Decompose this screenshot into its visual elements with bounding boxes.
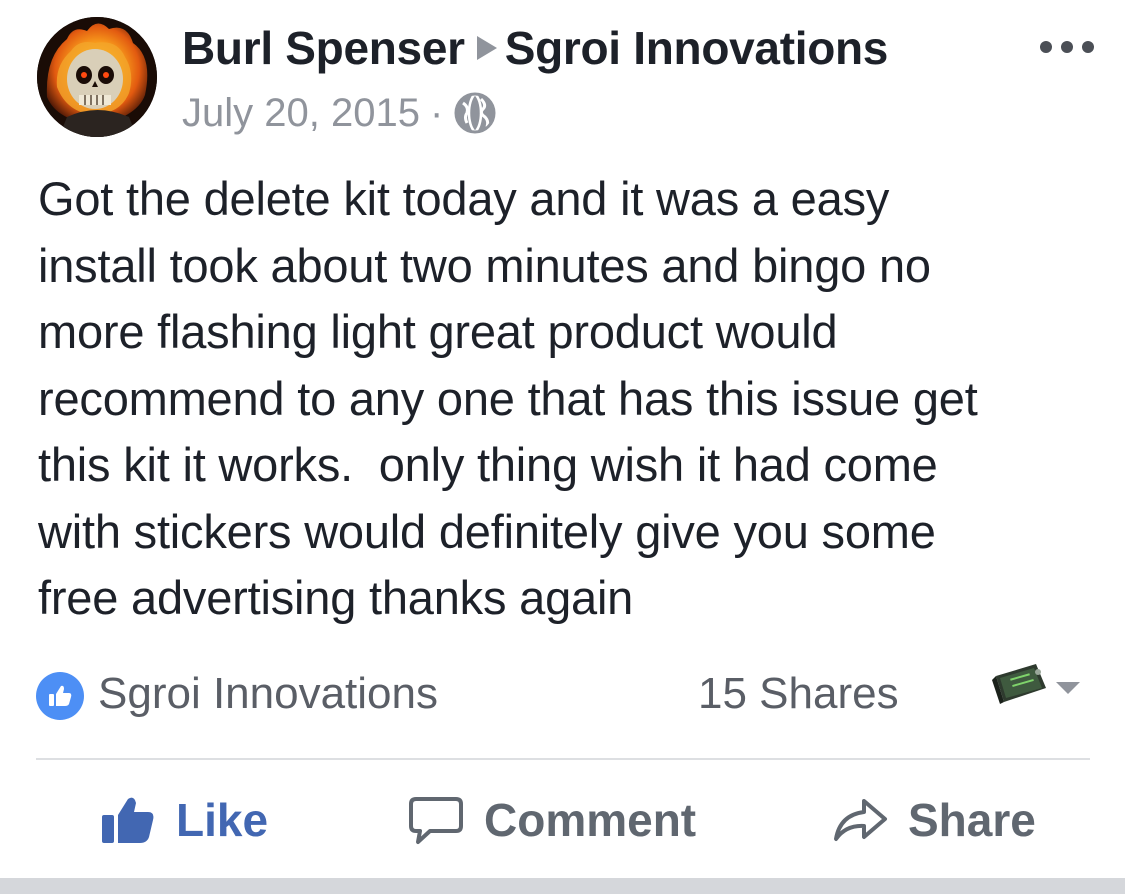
more-dot xyxy=(1082,41,1094,53)
post-card: Burl Spenser Sgroi Innovations July 20, 2… xyxy=(0,0,1125,878)
share-button[interactable]: Share xyxy=(832,790,1036,850)
feed-separator xyxy=(0,878,1125,894)
page-profile-thumbnail-icon[interactable] xyxy=(992,662,1050,706)
like-button[interactable]: Like xyxy=(100,790,268,850)
more-dot xyxy=(1061,41,1073,53)
comment-button[interactable]: Comment xyxy=(408,790,696,850)
post-stats-bar: Sgroi Innovations 15 Shares xyxy=(36,662,1086,722)
post-body-text: Got the delete kit today and it was a ea… xyxy=(38,172,978,624)
like-reaction-icon[interactable] xyxy=(36,672,84,720)
more-options-icon[interactable] xyxy=(1040,38,1094,56)
shares-count-link[interactable]: 15 Shares xyxy=(698,666,899,722)
target-page-link[interactable]: Sgroi Innovations xyxy=(505,22,889,74)
share-arrow-icon xyxy=(834,799,887,841)
post-date-link[interactable]: July 20, 2015 xyxy=(182,88,420,138)
posted-to-arrow-icon xyxy=(476,36,497,60)
comment-label: Comment xyxy=(484,794,697,846)
comment-icon xyxy=(409,797,463,844)
meta-separator: · xyxy=(429,91,444,135)
author-name-link[interactable]: Burl Spenser xyxy=(182,22,465,74)
more-dot xyxy=(1040,41,1052,53)
author-avatar[interactable] xyxy=(37,17,157,137)
thumbs-up-icon xyxy=(102,797,154,843)
post-meta: July 20, 2015 · xyxy=(182,88,497,138)
share-label: Share xyxy=(908,794,1036,846)
flaming-skull-avatar-image xyxy=(37,17,157,137)
thumbs-up-icon xyxy=(49,685,72,706)
reaction-names-link[interactable]: Sgroi Innovations xyxy=(98,666,438,722)
post-actions-bar: Like Comment Share xyxy=(0,766,1125,874)
post-header-title: Burl Spenser Sgroi Innovations xyxy=(182,20,888,76)
audience-dropdown-chevron-icon[interactable] xyxy=(1056,682,1080,694)
like-label: Like xyxy=(176,794,269,846)
globe-icon xyxy=(454,92,496,134)
actions-divider xyxy=(36,758,1090,760)
